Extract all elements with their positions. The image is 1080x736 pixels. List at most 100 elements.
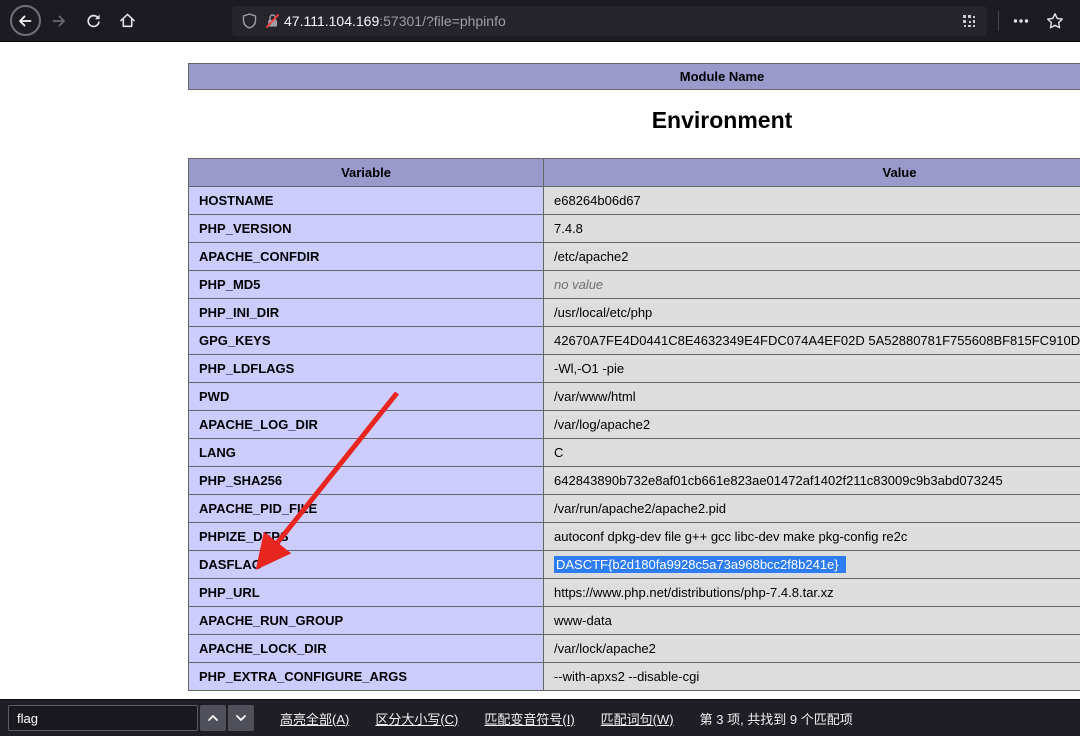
module-name-header: Module Name <box>188 63 1080 90</box>
chevron-down-icon <box>236 715 246 721</box>
value-cell: 7.4.8 <box>543 214 1080 243</box>
variable-cell: PHP_MD5 <box>188 270 544 299</box>
home-icon <box>119 13 135 28</box>
find-bar: 高亮全部(A) 区分大小写(C) 匹配变音符号(I) 匹配词句(W) 第 3 项… <box>0 699 1080 736</box>
table-row: GPG_KEYS 42670A7FE4D0441C8E4632349E4FDC0… <box>188 326 1080 355</box>
variable-cell: PHP_VERSION <box>188 214 544 243</box>
value-cell: /var/log/apache2 <box>543 410 1080 439</box>
reload-button[interactable] <box>76 4 110 38</box>
url-host: 47.111.104.169 <box>284 12 380 29</box>
find-selection-highlight: DASCTF{b2d180fa9928c5a73a968bcc2f8b241e} <box>554 556 846 573</box>
variable-cell: APACHE_LOCK_DIR <box>188 634 544 663</box>
variable-column-header: Variable <box>188 158 544 187</box>
find-next-button[interactable] <box>228 705 254 731</box>
whole-words-toggle[interactable]: 匹配词句(W) <box>601 709 674 728</box>
value-text: autoconf dpkg-dev file g++ gcc libc-dev … <box>554 529 908 544</box>
table-row: PHPIZE_DEPS autoconf dpkg-dev file g++ g… <box>188 522 1080 551</box>
value-cell: autoconf dpkg-dev file g++ gcc libc-dev … <box>543 522 1080 551</box>
url-path: :57301/?file=phpinfo <box>379 12 506 29</box>
variable-cell: APACHE_PID_FILE <box>188 494 544 523</box>
browser-toolbar: 47.111.104.169:57301/?file=phpinfo <box>0 0 1080 42</box>
value-text: /usr/local/etc/php <box>554 305 653 320</box>
table-row: PHP_URL https://www.php.net/distribution… <box>188 578 1080 607</box>
value-text: -Wl,-O1 -pie <box>554 361 625 376</box>
forward-button[interactable] <box>42 4 76 38</box>
find-input[interactable] <box>8 705 198 731</box>
value-cell: C <box>543 438 1080 467</box>
home-button[interactable] <box>110 4 144 38</box>
value-text: no value <box>554 277 604 292</box>
table-row: PHP_EXTRA_CONFIGURE_ARGS --with-apxs2 --… <box>188 662 1080 691</box>
table-row: PHP_LDFLAGS -Wl,-O1 -pie <box>188 354 1080 383</box>
table-row: PHP_VERSION 7.4.8 <box>188 214 1080 243</box>
highlight-all-toggle[interactable]: 高亮全部(A) <box>280 709 349 728</box>
value-text: 642843890b732e8af01cb661e823ae01472af140… <box>554 473 1003 488</box>
value-text: /var/lock/apache2 <box>554 641 656 656</box>
insecure-lock-icon[interactable] <box>265 13 280 29</box>
table-row: PHP_MD5 no value <box>188 270 1080 299</box>
page-title: Environment <box>651 107 793 133</box>
table-row: APACHE_CONFDIR /etc/apache2 <box>188 242 1080 271</box>
ellipsis-icon <box>1013 18 1029 23</box>
value-cell: https://www.php.net/distributions/php-7.… <box>543 578 1080 607</box>
table-row: APACHE_LOG_DIR /var/log/apache2 <box>188 410 1080 439</box>
variable-cell: LANG <box>188 438 544 467</box>
value-text: --with-apxs2 --disable-cgi <box>554 669 700 684</box>
table-row: PHP_INI_DIR /usr/local/etc/php <box>188 298 1080 327</box>
match-case-toggle[interactable]: 区分大小写(C) <box>375 709 458 728</box>
value-text: 7.4.8 <box>554 221 583 236</box>
value-cell: /etc/apache2 <box>543 242 1080 271</box>
find-previous-button[interactable] <box>200 705 226 731</box>
env-table-body: HOSTNAME e68264b06d67 PHP_VERSION 7.4.8 … <box>188 186 1080 691</box>
value-text: /var/www/html <box>554 389 636 404</box>
table-row: APACHE_RUN_GROUP www-data <box>188 606 1080 635</box>
value-cell: /var/lock/apache2 <box>543 634 1080 663</box>
variable-cell: GPG_KEYS <box>188 326 544 355</box>
variable-cell: PHP_LDFLAGS <box>188 354 544 383</box>
match-diacritics-toggle[interactable]: 匹配变音符号(I) <box>484 709 574 728</box>
value-cell: -Wl,-O1 -pie <box>543 354 1080 383</box>
pixel-grid-icon[interactable] <box>961 13 977 29</box>
value-text: www-data <box>554 613 612 628</box>
variable-cell: PHP_INI_DIR <box>188 298 544 327</box>
shield-icon[interactable] <box>242 12 257 29</box>
table-header-row: Variable Value <box>188 158 1080 187</box>
value-cell: 642843890b732e8af01cb661e823ae01472af140… <box>543 466 1080 495</box>
variable-cell: HOSTNAME <box>188 186 544 215</box>
variable-cell: APACHE_CONFDIR <box>188 242 544 271</box>
environment-table: Variable Value HOSTNAME e68264b06d67 PHP… <box>188 158 1080 691</box>
variable-cell: PHPIZE_DEPS <box>188 522 544 551</box>
value-text: /var/run/apache2/apache2.pid <box>554 501 727 516</box>
forward-icon <box>52 15 65 26</box>
value-text: 42670A7FE4D0441C8E4632349E4FDC074A4EF02D… <box>554 333 1080 348</box>
value-cell: /var/www/html <box>543 382 1080 411</box>
value-cell: DASCTF{b2d180fa9928c5a73a968bcc2f8b241e} <box>543 550 1080 579</box>
back-button[interactable] <box>8 4 42 38</box>
value-cell: no value <box>543 270 1080 299</box>
back-icon <box>9 5 41 36</box>
bookmark-star-button[interactable] <box>1038 4 1072 38</box>
value-text: /var/log/apache2 <box>554 417 651 432</box>
table-row: PWD /var/www/html <box>188 382 1080 411</box>
value-cell: /usr/local/etc/php <box>543 298 1080 327</box>
variable-cell: PHP_EXTRA_CONFIGURE_ARGS <box>188 662 544 691</box>
address-bar[interactable]: 47.111.104.169:57301/?file=phpinfo <box>232 5 987 36</box>
value-cell: 42670A7FE4D0441C8E4632349E4FDC074A4EF02D… <box>543 326 1080 355</box>
value-cell: e68264b06d67 <box>543 186 1080 215</box>
table-row: PHP_SHA256 642843890b732e8af01cb661e823a… <box>188 466 1080 495</box>
value-cell: --with-apxs2 --disable-cgi <box>543 662 1080 691</box>
variable-cell: PHP_URL <box>188 578 544 607</box>
variable-cell: DASFLAG <box>188 550 544 579</box>
value-text: https://www.php.net/distributions/php-7.… <box>554 585 834 600</box>
value-text: e68264b06d67 <box>554 193 641 208</box>
browser-window: 47.111.104.169:57301/?file=phpinfo Modul… <box>0 0 1080 736</box>
value-cell: www-data <box>543 606 1080 635</box>
value-column-header: Value <box>543 158 1080 187</box>
page-content: Module Name Environment Variable Value H… <box>0 42 1080 699</box>
overflow-menu-button[interactable] <box>1004 4 1038 38</box>
value-text: /etc/apache2 <box>554 249 629 264</box>
variable-cell: PWD <box>188 382 544 411</box>
variable-cell: APACHE_RUN_GROUP <box>188 606 544 635</box>
table-row: DASFLAG DASCTF{b2d180fa9928c5a73a968bcc2… <box>188 550 1080 579</box>
value-cell: /var/run/apache2/apache2.pid <box>543 494 1080 523</box>
